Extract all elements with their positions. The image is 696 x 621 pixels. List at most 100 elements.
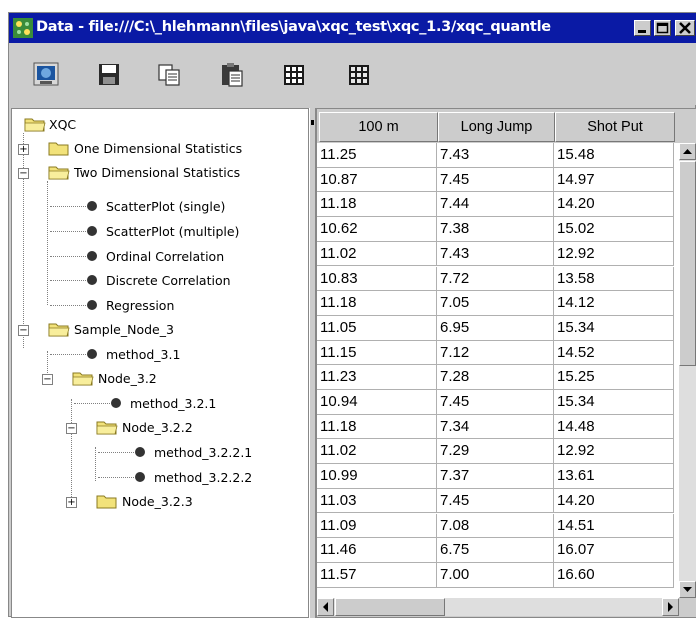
paste-button[interactable] bbox=[217, 59, 247, 91]
tree-leaf-method-3-2-2-1[interactable]: method_3.2.2.1 bbox=[12, 442, 307, 464]
cell-100m[interactable]: 10.94 bbox=[317, 390, 437, 415]
tree-leaf-discrete-correlation[interactable]: Discrete Correlation bbox=[12, 270, 302, 292]
scroll-down-button[interactable] bbox=[679, 581, 696, 598]
cell-100m[interactable]: 11.25 bbox=[317, 143, 437, 168]
tree-node-node-3-2[interactable]: − Node_3.2 bbox=[12, 368, 302, 390]
tree-leaf-method-3-1[interactable]: method_3.1 bbox=[12, 344, 302, 366]
cell-100m[interactable]: 10.87 bbox=[317, 167, 437, 193]
cell-long-jump[interactable]: 7.72 bbox=[437, 266, 554, 292]
cell-shot-put[interactable]: 12.92 bbox=[554, 439, 674, 465]
cell-long-jump[interactable]: 6.95 bbox=[437, 315, 554, 341]
cell-long-jump[interactable]: 7.43 bbox=[437, 143, 554, 168]
vertical-scrollbar[interactable] bbox=[679, 143, 696, 598]
cell-100m[interactable]: 10.99 bbox=[317, 464, 437, 489]
cell-shot-put[interactable]: 16.60 bbox=[554, 562, 674, 588]
minimize-button[interactable] bbox=[634, 20, 651, 36]
cell-100m[interactable]: 11.23 bbox=[317, 365, 437, 390]
cell-shot-put[interactable]: 14.20 bbox=[554, 488, 674, 514]
column-header-shot-put[interactable]: Shot Put bbox=[555, 112, 675, 142]
cell-shot-put[interactable]: 14.48 bbox=[554, 414, 674, 440]
tree-node-two-dimensional-statistics[interactable]: − Two Dimensional Statistics bbox=[12, 162, 302, 184]
cell-long-jump[interactable]: 7.12 bbox=[437, 340, 554, 366]
collapse-toggle[interactable]: − bbox=[18, 168, 29, 179]
tree-panel[interactable]: XQC + One Dimensional Statistics − Two D… bbox=[11, 108, 309, 618]
collapse-toggle[interactable]: − bbox=[66, 423, 77, 434]
tree-leaf-regression[interactable]: Regression bbox=[12, 295, 302, 317]
cell-shot-put[interactable]: 12.92 bbox=[554, 241, 674, 267]
cell-long-jump[interactable]: 7.34 bbox=[437, 414, 554, 440]
cell-long-jump[interactable]: 7.29 bbox=[437, 439, 554, 465]
open-data-button[interactable] bbox=[31, 59, 61, 91]
cell-100m[interactable]: 11.03 bbox=[317, 488, 437, 514]
cell-long-jump[interactable]: 7.08 bbox=[437, 513, 554, 539]
tree-node-node-3-2-2[interactable]: − Node_3.2.2 bbox=[12, 417, 302, 439]
cell-shot-put[interactable]: 13.61 bbox=[554, 464, 674, 489]
tree-leaf-ordinal-correlation[interactable]: Ordinal Correlation bbox=[12, 246, 302, 268]
cell-long-jump[interactable]: 7.05 bbox=[437, 291, 554, 316]
cell-long-jump[interactable]: 7.45 bbox=[437, 167, 554, 193]
cell-100m[interactable]: 11.46 bbox=[317, 538, 437, 563]
cell-100m[interactable]: 11.02 bbox=[317, 439, 437, 465]
data-grid[interactable]: 11.25 7.43 15.48 10.87 7.45 14.97 11.18 7.44 14.… bbox=[317, 143, 679, 598]
cell-shot-put[interactable]: 14.97 bbox=[554, 167, 674, 193]
cell-100m[interactable]: 10.62 bbox=[317, 217, 437, 242]
cell-shot-put[interactable]: 14.51 bbox=[554, 513, 674, 539]
cell-long-jump[interactable]: 7.00 bbox=[437, 562, 554, 588]
horizontal-scrollbar[interactable] bbox=[317, 598, 679, 616]
cell-shot-put[interactable]: 15.25 bbox=[554, 365, 674, 390]
column-header-long-jump[interactable]: Long Jump bbox=[438, 112, 555, 142]
tree-leaf-method-3-2-1[interactable]: method_3.2.1 bbox=[12, 393, 302, 415]
cell-100m[interactable]: 11.05 bbox=[317, 315, 437, 341]
cell-long-jump[interactable]: 7.37 bbox=[437, 464, 554, 489]
cell-long-jump[interactable]: 7.43 bbox=[437, 241, 554, 267]
cell-shot-put[interactable]: 15.48 bbox=[554, 143, 674, 168]
save-button[interactable] bbox=[94, 59, 124, 91]
cell-shot-put[interactable]: 15.34 bbox=[554, 315, 674, 341]
column-header-100m[interactable]: 100 m bbox=[319, 112, 438, 142]
tree-node-node-3-2-3[interactable]: + Node_3.2.3 bbox=[12, 491, 302, 513]
scroll-right-button[interactable] bbox=[662, 598, 679, 616]
tree-node-sample-node-3[interactable]: − Sample_Node_3 bbox=[12, 319, 302, 341]
cell-long-jump[interactable]: 7.45 bbox=[437, 390, 554, 415]
cell-long-jump[interactable]: 7.38 bbox=[437, 217, 554, 242]
tree-leaf-scatterplot-single[interactable]: ScatterPlot (single) bbox=[12, 196, 302, 218]
expand-toggle[interactable]: + bbox=[66, 497, 77, 508]
cell-long-jump[interactable]: 7.45 bbox=[437, 488, 554, 514]
tree-leaf-scatterplot-multiple[interactable]: ScatterPlot (multiple) bbox=[12, 221, 302, 243]
cell-100m[interactable]: 11.57 bbox=[317, 562, 437, 588]
collapse-toggle[interactable]: − bbox=[18, 325, 29, 336]
scroll-left-button[interactable] bbox=[317, 598, 334, 616]
title-bar[interactable]: Data - file:///C:\_hlehmann\files\java\x… bbox=[9, 13, 696, 43]
cell-100m[interactable]: 11.18 bbox=[317, 414, 437, 440]
expand-toggle[interactable]: + bbox=[18, 144, 29, 155]
table-button[interactable] bbox=[279, 59, 309, 91]
cell-100m[interactable]: 10.83 bbox=[317, 266, 437, 292]
cell-100m[interactable]: 11.15 bbox=[317, 340, 437, 366]
collapse-toggle[interactable]: − bbox=[42, 374, 53, 385]
cell-100m[interactable]: 11.18 bbox=[317, 192, 437, 218]
tree-node-one-dimensional-statistics[interactable]: + One Dimensional Statistics bbox=[12, 138, 302, 160]
cell-shot-put[interactable]: 16.07 bbox=[554, 538, 674, 563]
cell-100m[interactable]: 11.02 bbox=[317, 241, 437, 267]
cell-long-jump[interactable]: 6.75 bbox=[437, 538, 554, 563]
table-alt-button[interactable] bbox=[344, 59, 374, 91]
tree-leaf-method-3-2-2-2[interactable]: method_3.2.2.2 bbox=[12, 467, 307, 489]
cell-shot-put[interactable]: 15.02 bbox=[554, 217, 674, 242]
maximize-button[interactable] bbox=[654, 20, 671, 36]
cell-shot-put[interactable]: 14.12 bbox=[554, 291, 674, 316]
copy-button[interactable] bbox=[154, 59, 184, 91]
cell-long-jump[interactable]: 7.28 bbox=[437, 365, 554, 390]
tree-root[interactable]: XQC bbox=[12, 114, 292, 136]
split-pane-divider[interactable] bbox=[309, 108, 316, 618]
cell-shot-put[interactable]: 14.52 bbox=[554, 340, 674, 366]
scroll-up-button[interactable] bbox=[679, 143, 696, 160]
close-button[interactable] bbox=[675, 20, 695, 36]
cell-long-jump[interactable]: 7.44 bbox=[437, 192, 554, 218]
cell-100m[interactable]: 11.09 bbox=[317, 513, 437, 539]
cell-shot-put[interactable]: 14.20 bbox=[554, 192, 674, 218]
vertical-scroll-thumb[interactable] bbox=[679, 161, 696, 366]
cell-100m[interactable]: 11.18 bbox=[317, 291, 437, 316]
cell-shot-put[interactable]: 13.58 bbox=[554, 266, 674, 292]
cell-shot-put[interactable]: 15.34 bbox=[554, 390, 674, 415]
horizontal-scroll-thumb[interactable] bbox=[335, 598, 445, 616]
